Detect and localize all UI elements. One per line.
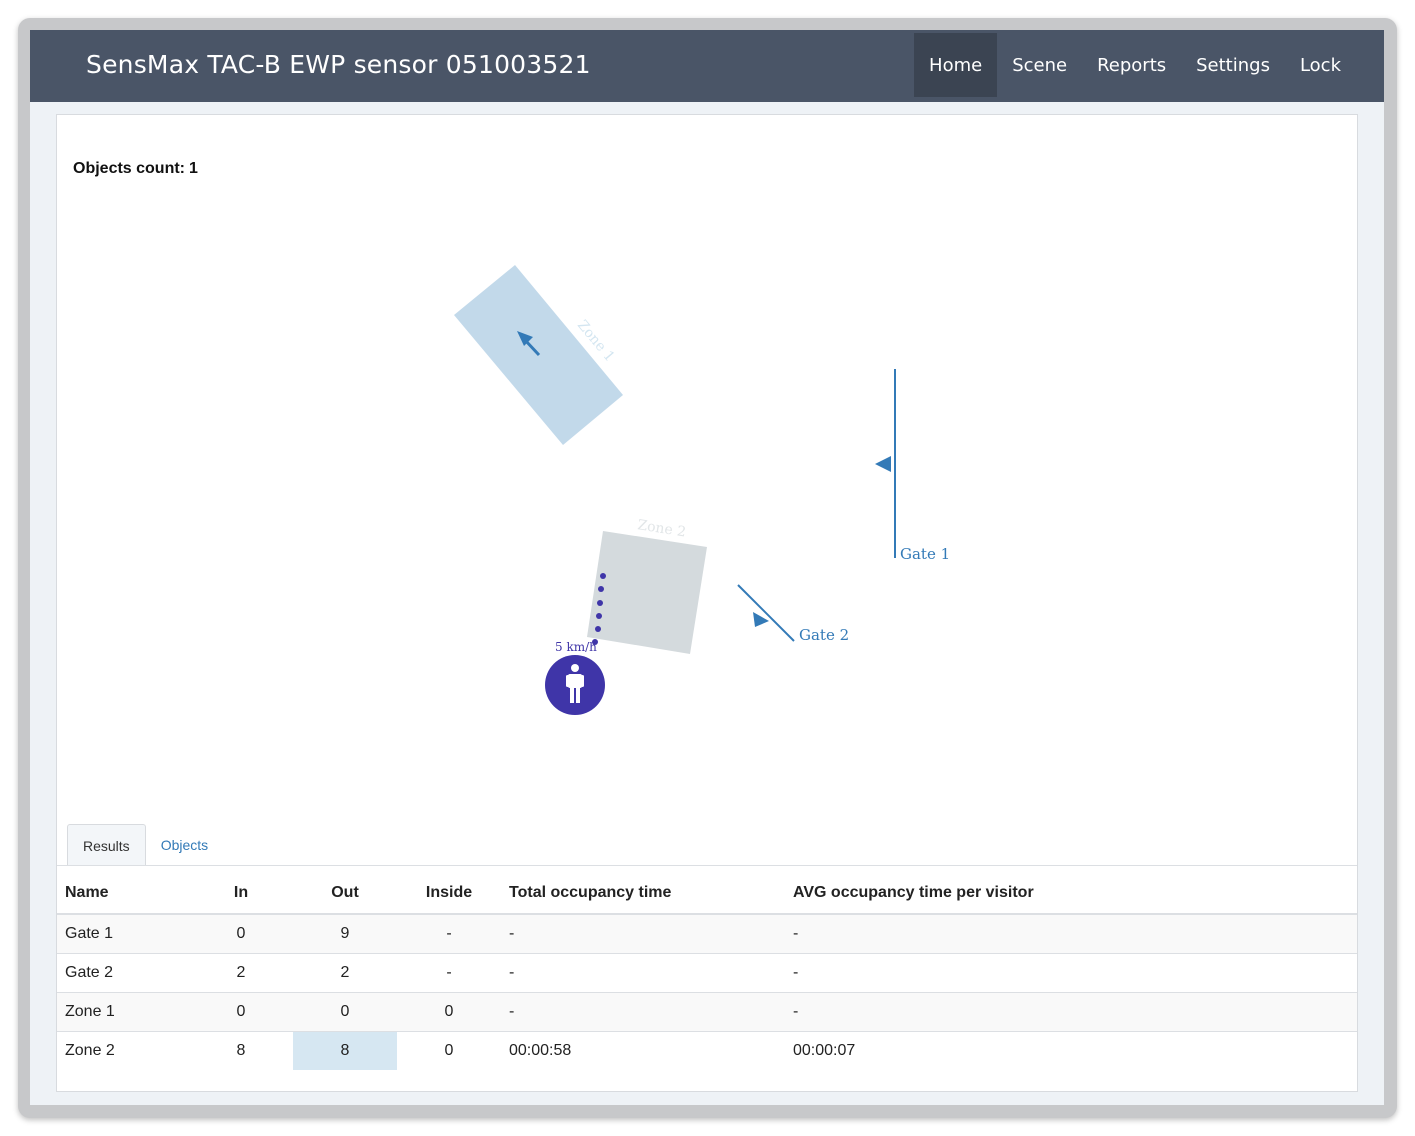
cell-name: Zone 1 — [57, 992, 189, 1032]
cell-out: 8 — [293, 1031, 397, 1070]
cell-inside: 0 — [397, 1031, 501, 1070]
zone-2[interactable]: Zone 2 — [587, 517, 707, 654]
tab-objects[interactable]: Objects — [146, 824, 223, 866]
cell-out: 2 — [293, 953, 397, 993]
gate-2-line — [737, 584, 795, 642]
cell-out: 9 — [293, 914, 397, 954]
cell-name: Gate 1 — [57, 914, 189, 954]
results-table: Name In Out Inside Total occupancy time … — [57, 873, 1357, 1070]
cell-in: 2 — [189, 953, 293, 993]
cell-in: 0 — [189, 992, 293, 1032]
cell-inside: - — [397, 914, 501, 954]
cell-name: Zone 2 — [57, 1031, 189, 1070]
table-row: Zone 1 0 0 0 - - — [57, 992, 1357, 1032]
scene-canvas: Zone 1 Zone 2 Gate 1 Gate 2 5 km/h — [454, 265, 950, 715]
col-out: Out — [293, 873, 397, 915]
gate-2-label: Gate 2 — [799, 626, 849, 644]
nav-lock[interactable]: Lock — [1285, 33, 1356, 97]
col-inside: Inside — [397, 873, 501, 915]
result-tabs: Results Objects — [67, 824, 223, 866]
cell-in: 8 — [189, 1031, 293, 1070]
nav-home[interactable]: Home — [914, 33, 998, 97]
zone-2-shape — [587, 531, 707, 654]
gate-1-direction-icon — [875, 456, 891, 472]
tab-divider — [57, 865, 1357, 866]
cell-in: 0 — [189, 914, 293, 954]
cell-avg: - — [785, 914, 1357, 954]
col-avg-occupancy: AVG occupancy time per visitor — [785, 873, 1357, 915]
cell-out: 0 — [293, 992, 397, 1032]
col-in: In — [189, 873, 293, 915]
table-row: Zone 2 8 8 0 00:00:58 00:00:07 — [57, 1031, 1357, 1070]
zone-1[interactable]: Zone 1 — [454, 265, 623, 445]
table-row: Gate 1 0 9 - - - — [57, 914, 1357, 954]
main-nav: Home Scene Reports Settings Lock — [914, 33, 1356, 97]
cell-total: - — [501, 914, 785, 954]
tracked-object[interactable] — [545, 655, 605, 715]
navbar: SensMax TAC-B EWP sensor 051003521 Home … — [30, 30, 1384, 102]
gate-1[interactable]: Gate 1 — [875, 369, 950, 563]
col-name: Name — [57, 873, 189, 915]
zone-2-label: Zone 2 — [636, 517, 687, 540]
cell-inside: - — [397, 953, 501, 993]
cell-avg: - — [785, 953, 1357, 993]
cell-inside: 0 — [397, 992, 501, 1032]
table-row: Gate 2 2 2 - - - — [57, 953, 1357, 993]
cell-total: - — [501, 992, 785, 1032]
app-window: SensMax TAC-B EWP sensor 051003521 Home … — [30, 30, 1384, 1105]
cell-total: 00:00:58 — [501, 1031, 785, 1070]
main-panel: Objects count: 1 Zone 1 Zone 2 Gate 1 Ga… — [56, 114, 1358, 1092]
nav-reports[interactable]: Reports — [1082, 33, 1181, 97]
col-total-occupancy: Total occupancy time — [501, 873, 785, 915]
gate-1-label: Gate 1 — [900, 545, 950, 563]
cell-total: - — [501, 953, 785, 993]
cell-avg: - — [785, 992, 1357, 1032]
gate-2[interactable]: Gate 2 — [737, 584, 849, 644]
object-speed: 5 km/h — [555, 640, 597, 654]
cell-avg: 00:00:07 — [785, 1031, 1357, 1070]
nav-scene[interactable]: Scene — [997, 33, 1082, 97]
table-header-row: Name In Out Inside Total occupancy time … — [57, 873, 1357, 915]
cell-name: Gate 2 — [57, 953, 189, 993]
tab-results[interactable]: Results — [67, 824, 146, 866]
nav-settings[interactable]: Settings — [1181, 33, 1285, 97]
app-title: SensMax TAC-B EWP sensor 051003521 — [86, 50, 591, 79]
